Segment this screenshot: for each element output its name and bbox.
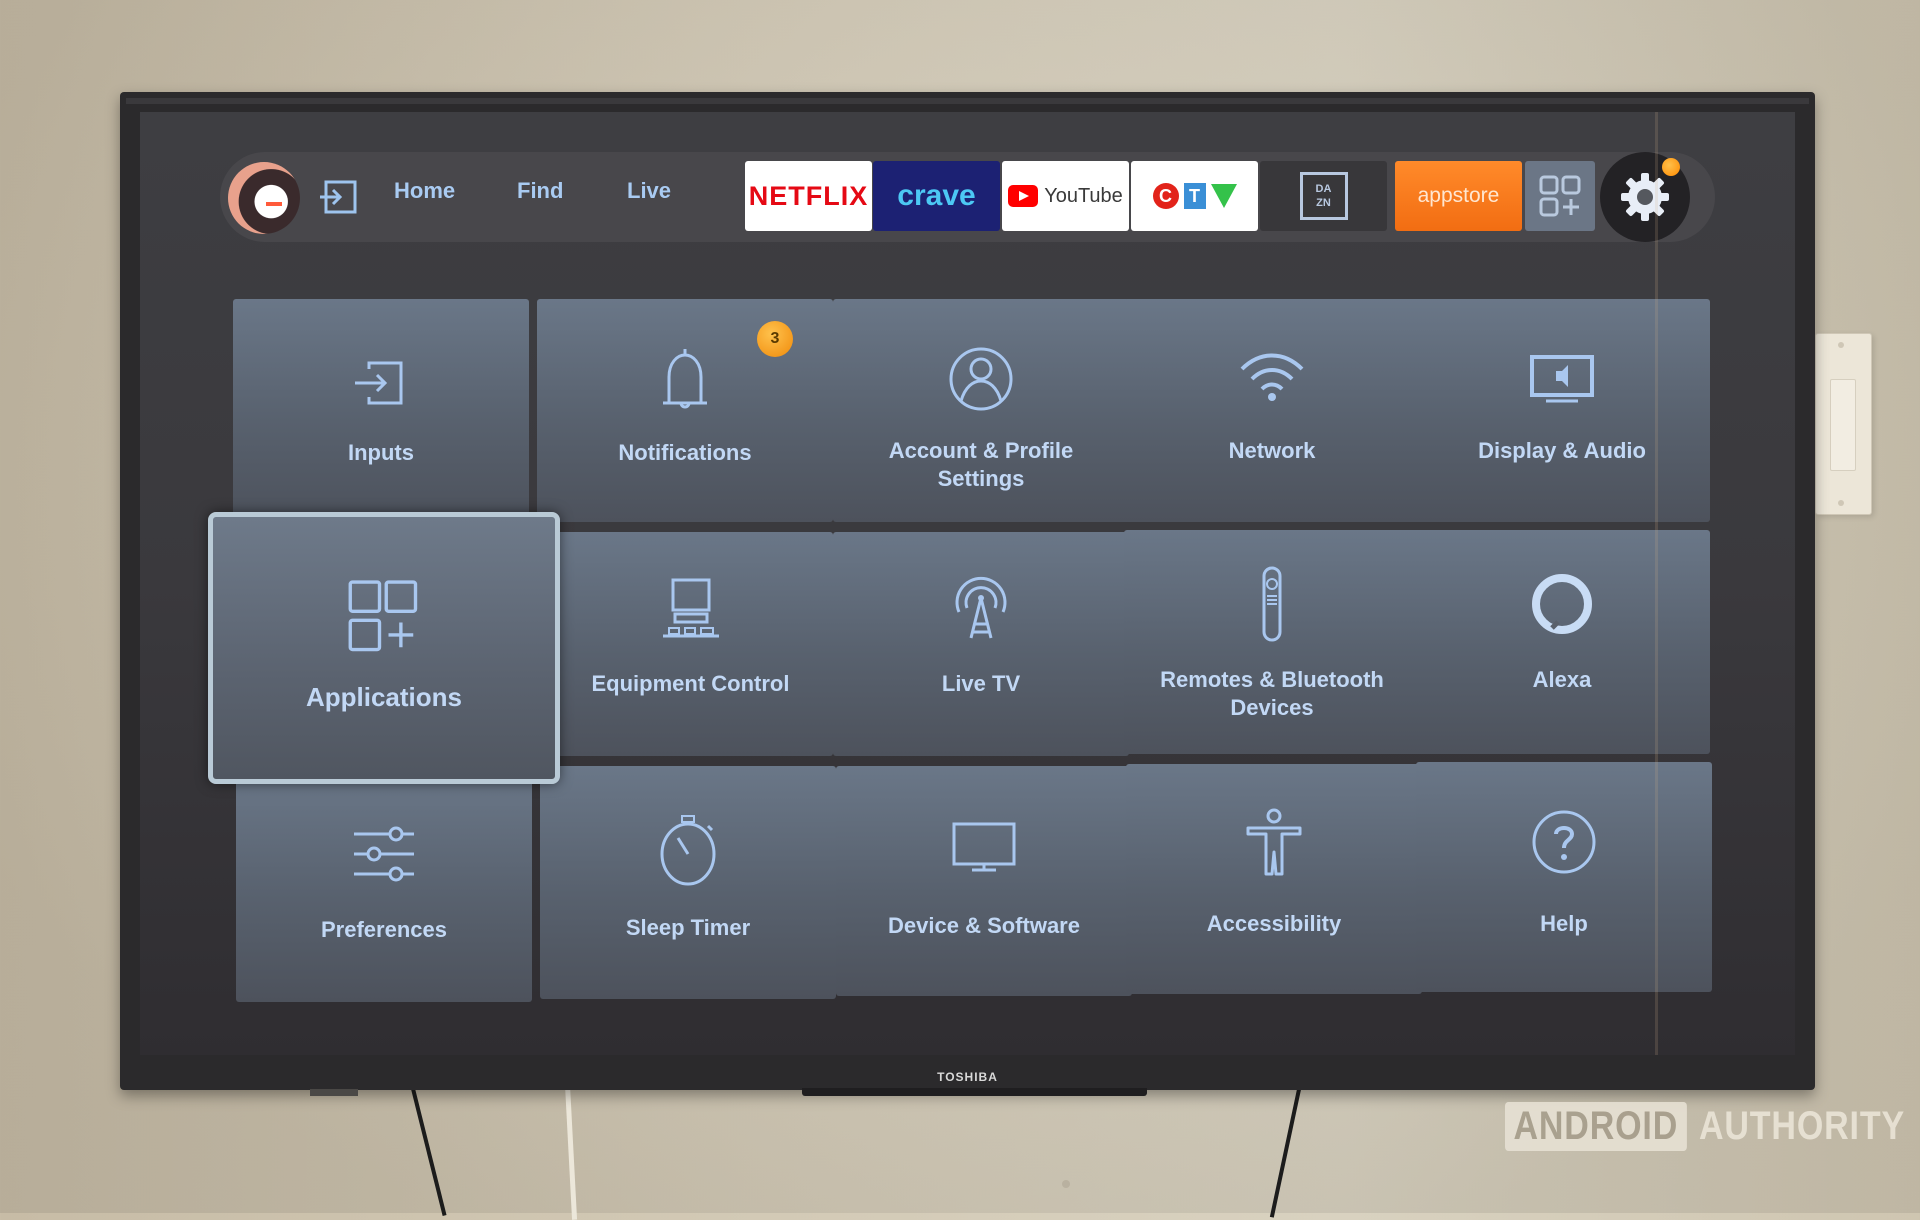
tile-label: Help [1540,911,1588,936]
gear-icon [1621,173,1669,221]
monitor-icon [952,822,1016,872]
tile-label: Sleep Timer [625,915,751,940]
tv-ir-sensor [310,1089,358,1096]
antenna-icon [955,576,1007,639]
tile-notifications[interactable]: 3 Notifications [537,299,833,522]
input-switch-icon[interactable] [318,179,358,215]
remote-icon [1262,566,1282,642]
tile-label: Alexa [1532,667,1592,692]
wall-light-switch [1815,333,1872,515]
app-ctv[interactable]: C T [1131,161,1258,231]
tile-label: Live TV [941,671,1021,696]
tile-remotes-bluetooth[interactable]: Remotes & Bluetooth Devices [1124,530,1420,754]
stopwatch-icon [660,815,716,886]
tile-network[interactable]: Network [1124,299,1420,522]
tile-label: Display & Audio [1478,438,1646,463]
tv-bottom-bar [802,1088,1147,1096]
dazn-logo: DA ZN [1299,172,1348,220]
top-navigation-bar: Home Find Live NETFLIX crave YouTube C T… [220,152,1715,242]
app-youtube[interactable]: YouTube [1002,161,1129,231]
tile-account-profile-settings[interactable]: Account & Profile Settings [833,299,1129,522]
tile-help[interactable]: Help [1416,762,1712,992]
tile-label: Equipment Control [591,671,790,696]
nav-live[interactable]: Live [627,178,671,204]
app-netflix[interactable]: NETFLIX [745,161,872,231]
notification-badge: 3 [757,321,793,357]
tile-label: Preferences [321,917,447,942]
tile-equipment-control[interactable]: Equipment Control [548,532,833,756]
tile-device-software[interactable]: Device & Software [836,766,1132,996]
profile-avatar[interactable] [228,162,300,234]
apps-icon [348,580,418,652]
tile-label: Accessibility [1206,911,1342,936]
account-icon [949,347,1013,411]
tv-frame: Home Find Live NETFLIX crave YouTube C T… [120,92,1815,1096]
input-icon [355,361,403,405]
equipment-icon [662,578,719,638]
tile-live-tv[interactable]: Live TV [833,532,1129,756]
dazn-line2: ZN [1316,197,1331,209]
accessibility-icon [1246,808,1302,876]
app-dazn[interactable]: DA ZN [1260,161,1387,231]
app-appstore[interactable]: appstore [1395,161,1522,231]
tile-accessibility[interactable]: Accessibility [1126,764,1422,994]
app-crave[interactable]: crave [873,161,1000,231]
tile-label: Inputs [348,440,414,465]
tile-applications[interactable]: Applications [208,512,560,784]
ctv-v-icon [1210,184,1237,208]
tile-alexa[interactable]: Alexa [1414,530,1710,754]
tile-label: Notifications [618,440,752,465]
ctv-c: C [1152,183,1179,209]
tv-bezel-top [126,98,1809,104]
watermark-text: AUTHORITY [1698,1104,1905,1148]
tile-inputs[interactable]: Inputs [233,299,529,522]
alexa-icon [1532,574,1592,634]
apps-add-button[interactable] [1525,161,1595,231]
tile-sleep-timer[interactable]: Sleep Timer [540,766,836,999]
wall-hole [1062,1180,1070,1188]
nav-home[interactable]: Home [394,178,455,204]
ctv-t: T [1183,183,1206,209]
tile-label: Applications [305,682,462,712]
settings-notification-dot [1662,158,1680,176]
youtube-logo-text: YouTube [1044,184,1123,207]
tile-label: Device & Software [888,913,1080,938]
screen-glare [1655,112,1658,1055]
tile-label: Network [1228,438,1316,463]
dazn-line1: DA [1315,183,1332,195]
crave-logo: crave [897,179,976,212]
tile-display-audio[interactable]: Display & Audio [1414,299,1710,522]
appstore-logo: appstore [1417,184,1500,207]
switch-toggle [1830,379,1856,471]
bell-icon [663,349,707,409]
sliders-icon [354,826,414,882]
tv-brand-logo: TOSHIBA [937,1070,998,1084]
netflix-logo: NETFLIX [748,180,869,211]
tile-label: Remotes & Bluetooth Devices [1160,667,1384,720]
nav-find[interactable]: Find [517,178,563,204]
display-audio-icon [1530,355,1594,403]
apps-add-icon [1539,175,1581,217]
tile-preferences[interactable]: Preferences [236,774,532,1002]
help-icon [1532,810,1596,874]
switch-screw [1838,500,1844,506]
switch-screw [1838,342,1844,348]
tv-screen: Home Find Live NETFLIX crave YouTube C T… [140,112,1795,1055]
youtube-play-icon [1008,185,1039,207]
tile-label: Account & Profile Settings [888,438,1074,491]
watermark-boxed-text: ANDROID [1505,1102,1687,1151]
watermark: ANDROID AUTHORITY [1505,1102,1920,1151]
avatar-beak [266,202,282,206]
wifi-icon [1240,353,1304,401]
